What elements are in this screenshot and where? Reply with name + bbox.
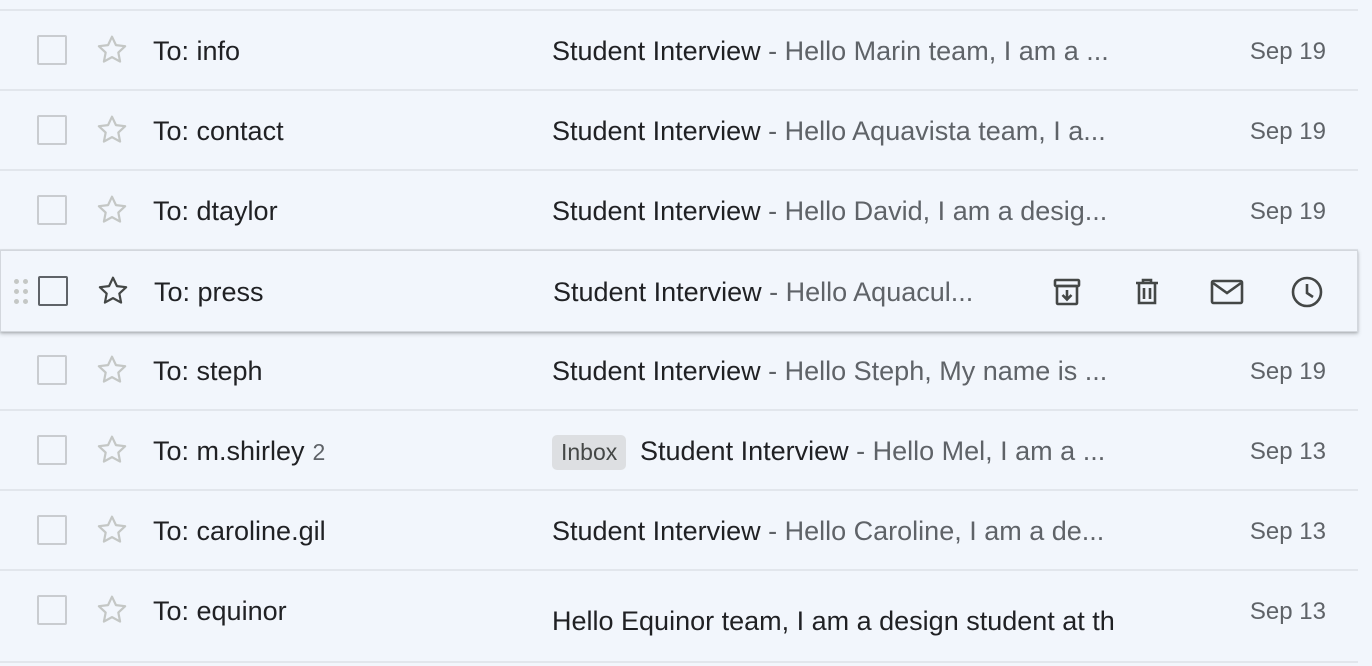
email-date: Sep 19 — [1249, 38, 1326, 65]
sender-name: To: press — [154, 277, 264, 307]
email-date: Sep 13 — [1249, 598, 1326, 625]
email-row-hovered[interactable]: To: press Student Interview - Hello Aqua… — [0, 250, 1358, 332]
email-snippet: Hello Aquavista team, I a... — [784, 116, 1106, 146]
subject-snippet: Student Interview - Hello Steph, My name… — [552, 353, 1137, 389]
email-row[interactable]: To: info Student Interview - Hello Marin… — [0, 11, 1358, 91]
email-snippet: Hello Marin team, I am a ... — [784, 36, 1109, 66]
star-icon[interactable] — [93, 511, 131, 549]
subject-separator: - — [760, 516, 785, 546]
email-subject: Student Interview — [553, 277, 762, 307]
email-row[interactable]: To: equinor Hello Equinor team, I am a d… — [0, 571, 1358, 663]
star-icon[interactable] — [93, 431, 131, 469]
select-checkbox[interactable] — [37, 115, 67, 145]
subject-separator: - — [760, 356, 785, 386]
select-checkbox[interactable] — [37, 515, 67, 545]
drag-handle-icon[interactable] — [14, 279, 32, 305]
mark-unread-icon — [1210, 279, 1244, 305]
star-icon[interactable] — [93, 351, 131, 389]
subject-separator: - — [760, 116, 785, 146]
sender-name: To: equinor — [153, 596, 287, 626]
snooze-button[interactable] — [1287, 272, 1327, 312]
mark-unread-button[interactable] — [1207, 272, 1247, 312]
email-snippet: Hello Steph, My name is ... — [784, 356, 1108, 386]
email-row[interactable]: To: caroline.gil Student Interview - Hel… — [0, 491, 1358, 571]
subject-snippet: Student Interview - Hello Aquavista team… — [552, 113, 1137, 149]
star-icon[interactable] — [94, 272, 132, 310]
email-subject: Student Interview — [640, 436, 849, 466]
email-snippet: Hello Mel, I am a ... — [872, 436, 1106, 466]
star-icon[interactable] — [93, 111, 131, 149]
email-date: Sep 19 — [1249, 118, 1326, 145]
email-snippet: Hello David, I am a desig... — [784, 196, 1108, 226]
subject-separator: - — [761, 277, 786, 307]
select-checkbox[interactable] — [38, 276, 68, 306]
select-checkbox[interactable] — [37, 595, 67, 625]
star-icon[interactable] — [93, 191, 131, 229]
subject-separator: - — [760, 36, 785, 66]
thread-count: 2 — [312, 439, 326, 465]
email-date: Sep 19 — [1249, 358, 1326, 385]
select-checkbox[interactable] — [37, 355, 67, 385]
subject-snippet: Student Interview - Hello Caroline, I am… — [552, 513, 1137, 549]
email-row[interactable]: To: m.shirley 2 Inbox Student Interview -… — [0, 411, 1358, 491]
sender-name: To: steph — [153, 356, 263, 386]
subject-snippet: Student Interview - Hello Marin team, I … — [552, 33, 1137, 69]
email-snippet: Hello Equinor team, I am a design studen… — [552, 606, 1115, 636]
sender-name: To: info — [153, 36, 241, 66]
email-date: Sep 19 — [1249, 198, 1326, 225]
email-date: Sep 13 — [1249, 518, 1326, 545]
email-subject: Student Interview — [552, 516, 761, 546]
email-date: Sep 13 — [1249, 438, 1326, 465]
email-subject: Student Interview — [552, 196, 761, 226]
email-snippet: Hello Caroline, I am a de... — [784, 516, 1105, 546]
sender-name: To: contact — [153, 116, 284, 146]
email-subject: Student Interview — [552, 36, 761, 66]
subject-snippet: Student Interview - Hello Mel, I am a ..… — [640, 433, 1137, 469]
sender-name: To: m.shirley 2 — [153, 436, 326, 466]
email-snippet: Hello Aquacul... — [785, 277, 974, 307]
subject-separator: - — [760, 196, 785, 226]
sender-name: To: caroline.gil — [153, 516, 326, 546]
snooze-icon — [1291, 276, 1323, 308]
subject-separator: - — [848, 436, 873, 466]
archive-icon — [1053, 278, 1081, 306]
email-subject: Student Interview — [552, 116, 761, 146]
select-checkbox[interactable] — [37, 435, 67, 465]
star-icon[interactable] — [93, 591, 131, 629]
delete-button[interactable] — [1127, 272, 1167, 312]
select-checkbox[interactable] — [37, 195, 67, 225]
email-row[interactable]: To: dtaylor Student Interview - Hello Da… — [0, 171, 1358, 251]
subject-snippet: Student Interview - Hello David, I am a … — [552, 193, 1137, 229]
email-subject: Student Interview — [552, 356, 761, 386]
subject-snippet: Student Interview - Hello Aquacul... — [553, 274, 1001, 310]
email-row[interactable]: To: contact Student Interview - Hello Aq… — [0, 91, 1358, 171]
email-row[interactable]: To: steph Student Interview - Hello Step… — [0, 331, 1358, 411]
select-checkbox[interactable] — [37, 35, 67, 65]
email-list: To: info Student Interview - Hello Marin… — [0, 0, 1372, 666]
archive-button[interactable] — [1047, 272, 1087, 312]
sender-name: To: dtaylor — [153, 196, 278, 226]
delete-icon — [1136, 278, 1158, 305]
label-chip-inbox[interactable]: Inbox — [552, 435, 627, 470]
subject-snippet: Hello Equinor team, I am a design studen… — [552, 603, 1138, 639]
star-icon[interactable] — [93, 31, 131, 69]
